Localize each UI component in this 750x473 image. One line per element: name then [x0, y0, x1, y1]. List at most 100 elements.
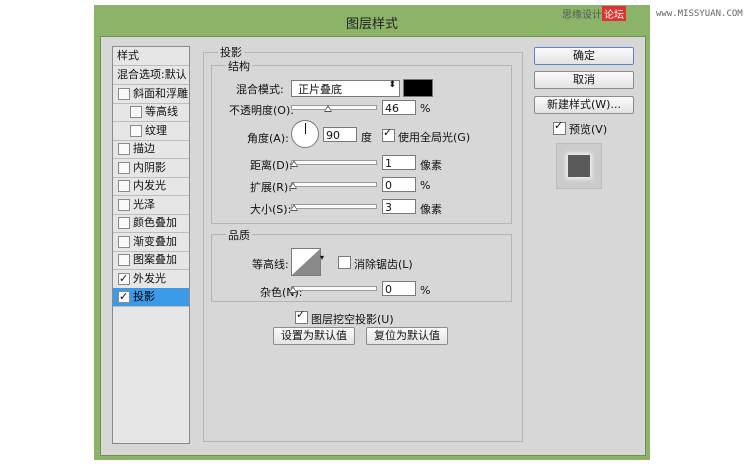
reset-default-button[interactable]: 复位为默认值 [366, 327, 448, 345]
sidebar-item-label: 等高线 [145, 105, 178, 118]
noise-unit: % [420, 284, 431, 297]
antialias-checkbox[interactable] [338, 256, 351, 269]
sidebar-item[interactable]: 等高线 [113, 103, 189, 122]
contour-dropdown-arrow-icon[interactable]: ▾ [320, 253, 324, 262]
sidebar-item[interactable]: 渐变叠加 [113, 233, 189, 252]
distance-label: 距离(D): [250, 159, 293, 172]
sidebar-item-checkbox[interactable] [118, 180, 130, 192]
blend-mode-value: 正片叠底 [298, 83, 342, 96]
sidebar-item[interactable]: 纹理 [113, 122, 189, 141]
watermark-url: www.MISSYUAN.COM [656, 9, 743, 19]
preview-checkbox[interactable]: ✓ [553, 119, 566, 135]
checkmark-icon: ✓ [554, 119, 564, 132]
sidebar-item[interactable]: ✓ 外发光 [113, 270, 189, 289]
sidebar-item-checkbox[interactable]: ✓ [118, 290, 130, 303]
sidebar-item-label: 外发光 [133, 272, 166, 285]
shadow-color-swatch[interactable] [403, 79, 433, 97]
quality-title: 品质 [226, 227, 252, 243]
sidebar-item-checkbox[interactable] [130, 125, 142, 137]
sidebar-item-label: 内阴影 [133, 161, 166, 174]
noise-slider[interactable] [291, 286, 377, 291]
watermark: 思缘设计 论坛 [562, 6, 626, 21]
sidebar-item-checkbox[interactable] [118, 254, 130, 266]
blend-mode-select[interactable]: 正片叠底 ⬍ [291, 80, 400, 97]
structure-title: 结构 [226, 58, 252, 74]
angle-unit: 度 [361, 131, 372, 144]
sidebar-item-label: 斜面和浮雕 [133, 87, 188, 100]
opacity-slider-thumb[interactable] [324, 105, 332, 112]
global-light-checkbox[interactable]: ✓ [382, 126, 395, 142]
distance-input[interactable]: 1 [382, 155, 416, 170]
watermark-text: 思缘设计 [562, 10, 602, 21]
sidebar-item[interactable]: 斜面和浮雕 [113, 85, 189, 104]
sidebar-item[interactable]: 描边 [113, 140, 189, 159]
checkmark-icon: ✓ [383, 126, 393, 139]
sidebar-item-label: 图案叠加 [133, 253, 177, 266]
opacity-slider[interactable] [291, 105, 377, 110]
sidebar-item-checkbox[interactable] [118, 88, 130, 100]
contour-curve-icon [292, 249, 320, 275]
styles-header-label: 样式 [117, 49, 139, 62]
size-slider[interactable] [291, 204, 377, 209]
distance-slider-thumb[interactable] [290, 160, 298, 167]
cancel-button[interactable]: 取消 [534, 71, 634, 89]
opacity-label: 不透明度(O): [229, 104, 294, 117]
contour-label: 等高线: [252, 258, 289, 271]
sidebar-item-label: 混合选项:默认 [117, 68, 187, 81]
watermark-highlight: 论坛 [602, 6, 626, 21]
spread-input[interactable]: 0 [382, 177, 416, 192]
sidebar-item[interactable]: 内阴影 [113, 159, 189, 178]
distance-slider[interactable] [291, 160, 377, 165]
sidebar-item[interactable]: 颜色叠加 [113, 214, 189, 233]
sidebar-item-label: 颜色叠加 [133, 216, 177, 229]
sidebar-item-label: 光泽 [133, 198, 155, 211]
sidebar-item-label: 渐变叠加 [133, 235, 177, 248]
preview-label: 预览(V) [569, 123, 608, 136]
sidebar-item-checkbox[interactable] [118, 236, 130, 248]
sidebar-item[interactable]: ✓ 投影 [113, 288, 189, 307]
sidebar-item-label: 纹理 [145, 124, 167, 137]
angle-input[interactable]: 90 [323, 127, 357, 142]
sidebar-item-checkbox[interactable] [118, 199, 130, 211]
noise-slider-thumb[interactable] [289, 286, 297, 293]
sidebar-item-checkbox[interactable] [118, 162, 130, 174]
sidebar-item[interactable]: 图案叠加 [113, 251, 189, 270]
sidebar-item[interactable]: 光泽 [113, 196, 189, 215]
size-slider-thumb[interactable] [290, 204, 298, 211]
sidebar-item[interactable]: 内发光 [113, 177, 189, 196]
preview-swatch [556, 143, 602, 189]
spread-unit: % [420, 179, 431, 192]
size-label: 大小(S): [250, 203, 292, 216]
opacity-unit: % [420, 102, 431, 115]
sidebar-item[interactable]: 混合选项:默认 [113, 66, 189, 85]
sidebar-item-label: 投影 [133, 290, 155, 303]
opacity-input[interactable]: 46 [382, 100, 416, 115]
sidebar-item-checkbox[interactable] [118, 143, 130, 155]
spread-slider-thumb[interactable] [289, 182, 297, 189]
sidebar-item-label: 内发光 [133, 179, 166, 192]
styles-list-header[interactable]: 样式 [113, 47, 189, 66]
new-style-button[interactable]: 新建样式(W)... [534, 96, 634, 114]
spread-slider[interactable] [291, 182, 377, 187]
styles-list: 样式 混合选项:默认斜面和浮雕等高线纹理描边内阴影内发光光泽颜色叠加渐变叠加图案… [112, 46, 190, 444]
dropdown-arrow-icon: ⬍ [388, 80, 396, 90]
preview-square [568, 155, 590, 177]
noise-input[interactable]: 0 [382, 281, 416, 296]
checkmark-icon: ✓ [119, 272, 129, 285]
contour-picker[interactable] [291, 248, 321, 276]
sidebar-item-checkbox[interactable] [130, 106, 142, 118]
make-default-button[interactable]: 设置为默认值 [273, 327, 355, 345]
sidebar-item-label: 描边 [133, 142, 155, 155]
sidebar-item-checkbox[interactable] [118, 217, 130, 229]
angle-label: 角度(A): [247, 132, 289, 145]
ok-button[interactable]: 确定 [534, 47, 634, 65]
sidebar-item-checkbox[interactable]: ✓ [118, 272, 130, 285]
angle-dial-needle [305, 123, 306, 134]
distance-unit: 像素 [420, 159, 442, 172]
blend-mode-label: 混合模式: [236, 83, 284, 96]
knockout-checkbox[interactable]: ✓ [295, 308, 308, 324]
size-input[interactable]: 3 [382, 199, 416, 214]
antialias-label: 消除锯齿(L) [354, 258, 413, 271]
angle-dial[interactable] [291, 120, 319, 148]
spread-label: 扩展(R): [250, 181, 292, 194]
